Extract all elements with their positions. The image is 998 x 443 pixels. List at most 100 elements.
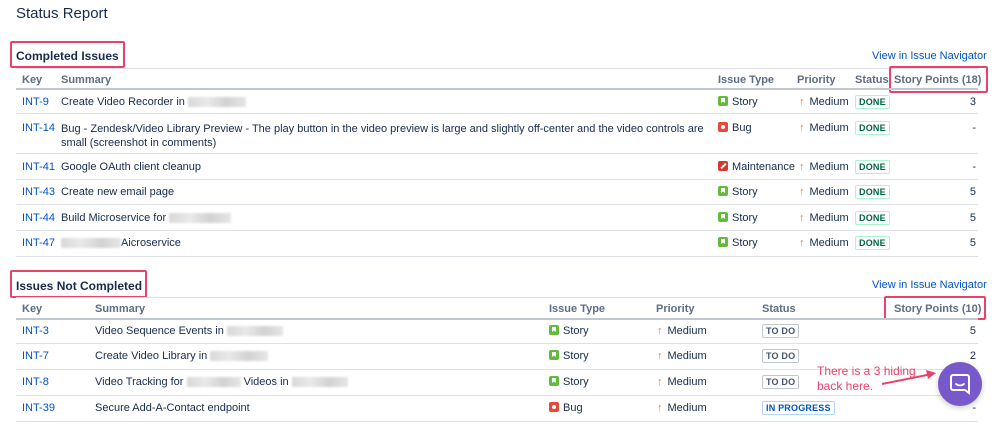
column-header-status: Status (855, 74, 889, 86)
issue-type: Bug (549, 402, 583, 414)
issue-key-link[interactable]: INT-3 (22, 325, 49, 337)
priority-medium-icon: ↑ (799, 237, 805, 249)
story-points: 5 (969, 186, 976, 198)
row-divider (16, 343, 978, 344)
redacted-text (291, 377, 348, 388)
issue-type: Story (718, 186, 758, 198)
priority-medium-icon: ↑ (657, 350, 663, 362)
redacted-text (187, 97, 246, 108)
column-header-priority: Priority (797, 74, 836, 86)
redacted-text (186, 377, 241, 388)
issue-status: DONE (855, 160, 890, 174)
issue-summary[interactable]: Google OAuth client cleanup (61, 161, 201, 173)
header-divider (16, 318, 978, 320)
story-points: - (972, 161, 976, 173)
issue-type: Story (718, 237, 758, 249)
issue-key-link[interactable]: INT-43 (22, 186, 55, 198)
status-badge: DONE (855, 160, 890, 174)
issue-priority: ↑ Medium (799, 96, 849, 108)
column-header-key: Key (22, 303, 43, 315)
issue-key-link[interactable]: INT-9 (22, 96, 49, 108)
issue-summary[interactable]: Video Sequence Events in (95, 325, 283, 337)
story-icon (718, 186, 728, 196)
priority-label: Medium (667, 325, 707, 337)
issue-type-label: Story (732, 237, 758, 249)
story-icon (718, 96, 728, 106)
issue-type-label: Maintenance (732, 161, 795, 173)
issue-type-label: Bug (732, 122, 752, 134)
priority-label: Medium (667, 376, 707, 388)
issue-status: IN PROGRESS (762, 401, 835, 415)
issue-summary[interactable]: Video Tracking for Videos in (95, 376, 348, 388)
summary-text: Create Video Recorder in (61, 96, 185, 108)
column-header-priority: Priority (656, 303, 695, 315)
issue-key-link[interactable]: INT-44 (22, 212, 55, 224)
issue-type: Story (549, 376, 589, 388)
annotation-arrow-icon (881, 370, 936, 385)
row-divider (16, 113, 978, 114)
column-header-issue-type: Issue Type (718, 74, 775, 86)
priority-medium-icon: ↑ (799, 212, 805, 224)
column-header-story-points: Story Points (10) (894, 303, 982, 315)
priority-label: Medium (809, 161, 849, 173)
issue-priority: ↑ Medium (657, 402, 707, 414)
issue-summary[interactable]: Create Video Library in (95, 350, 269, 362)
column-header-summary: Summary (95, 303, 146, 315)
issue-type-label: Story (732, 96, 758, 108)
completed-view-in-navigator-link[interactable]: View in Issue Navigator (872, 50, 987, 62)
issue-status: DONE (855, 211, 890, 225)
issue-type: Story (718, 212, 758, 224)
issue-summary[interactable]: Secure Add-A-Contact endpoint (95, 402, 250, 414)
not-completed-view-in-navigator-link[interactable]: View in Issue Navigator (872, 279, 987, 291)
row-divider (16, 204, 978, 205)
story-icon (718, 237, 728, 247)
row-divider (16, 179, 978, 180)
issue-key-link[interactable]: INT-47 (22, 237, 55, 249)
story-points: 5 (969, 212, 976, 224)
issue-key-link[interactable]: INT-7 (22, 350, 49, 362)
status-badge: DONE (855, 211, 890, 225)
row-divider (16, 256, 978, 257)
issue-key-link[interactable]: INT-39 (22, 402, 55, 414)
issue-summary[interactable]: Bug - Zendesk/Video Library Preview - Th… (61, 122, 711, 150)
summary-text: Video Tracking for (95, 376, 184, 388)
issue-key-link[interactable]: INT-41 (22, 161, 55, 173)
issue-priority: ↑ Medium (799, 186, 849, 198)
issue-key-link[interactable]: INT-8 (22, 376, 49, 388)
chat-launcher-button[interactable] (938, 362, 982, 406)
summary-text: Video Sequence Events in (95, 325, 224, 337)
issue-summary[interactable]: Create new email page (61, 186, 174, 198)
redacted-text (226, 326, 283, 337)
issue-priority: ↑ Medium (657, 325, 707, 337)
divider (16, 297, 978, 298)
priority-label: Medium (667, 402, 707, 414)
summary-text: Create Video Library in (95, 350, 208, 362)
priority-label: Medium (809, 212, 849, 224)
row-divider (16, 230, 978, 231)
story-points: 5 (969, 325, 976, 337)
not-completed-issues-title: Issues Not Completed (16, 279, 143, 293)
issue-key-link[interactable]: INT-14 (22, 122, 55, 134)
issue-summary[interactable]: Build Microservice for (61, 212, 232, 224)
issue-type: Story (718, 96, 758, 108)
issue-status: TO DO (762, 349, 800, 363)
issue-status: TO DO (762, 375, 800, 389)
status-badge: TO DO (762, 375, 800, 389)
issue-type: Story (549, 325, 589, 337)
status-badge: TO DO (762, 349, 800, 363)
priority-medium-icon: ↑ (799, 122, 805, 134)
issue-summary[interactable]: Create Video Recorder in (61, 96, 246, 108)
summary-text: Aicroservice (121, 237, 181, 249)
issue-priority: ↑ Medium (799, 122, 849, 134)
bug-icon (549, 402, 559, 412)
issue-type: Maintenance (718, 161, 795, 173)
column-header-key: Key (22, 74, 43, 86)
issue-type: Story (549, 350, 589, 362)
story-icon (549, 325, 559, 335)
status-badge: TO DO (762, 324, 800, 338)
issue-summary[interactable]: Aicroservice (61, 237, 181, 249)
priority-medium-icon: ↑ (799, 186, 805, 198)
bug-icon (718, 122, 728, 132)
maintenance-icon (718, 161, 728, 171)
issue-status: DONE (855, 185, 890, 199)
